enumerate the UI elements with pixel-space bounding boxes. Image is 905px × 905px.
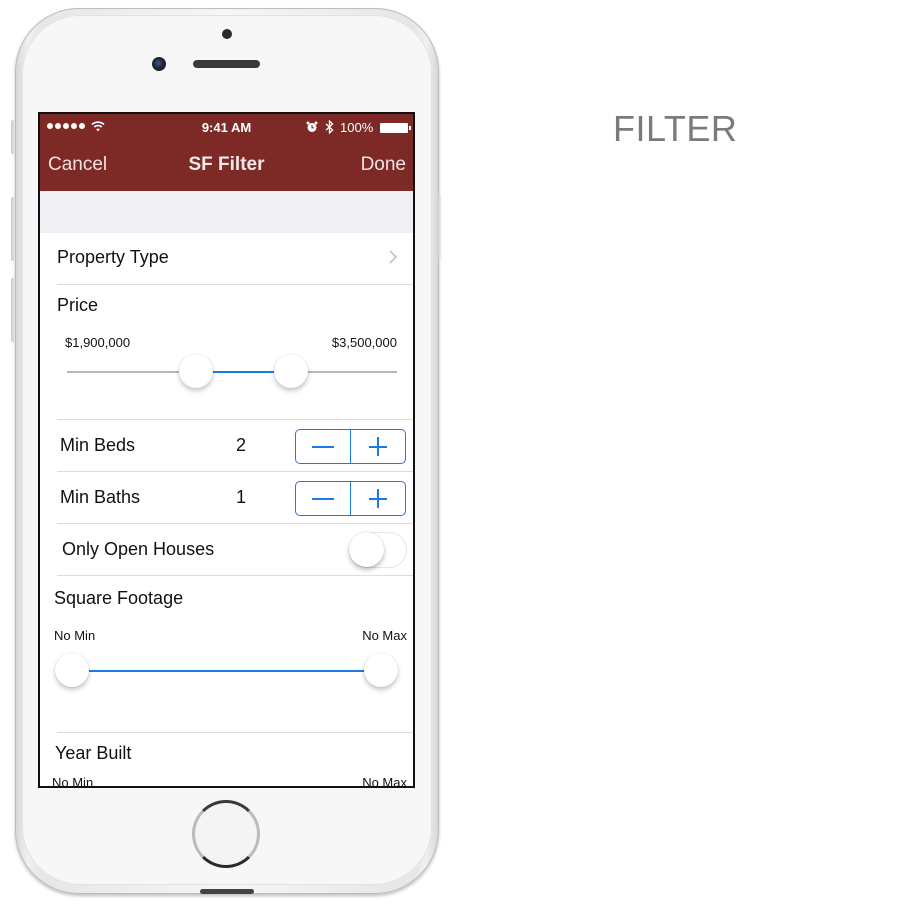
property-type-row[interactable]: Property Type	[40, 233, 413, 284]
done-button[interactable]: Done	[361, 154, 406, 176]
page-caption: FILTER	[613, 108, 738, 149]
min-beds-row: Min Beds 2	[40, 420, 413, 471]
nav-title: SF Filter	[188, 154, 265, 175]
min-baths-value: 1	[236, 487, 247, 507]
open-houses-toggle[interactable]	[349, 532, 407, 568]
min-baths-stepper[interactable]	[295, 481, 406, 516]
minus-icon	[312, 446, 334, 448]
earpiece-speaker	[193, 60, 260, 68]
battery-percent: 100%	[340, 120, 374, 135]
price-range-slider[interactable]	[67, 354, 397, 388]
sqft-max-thumb[interactable]	[364, 653, 398, 687]
price-min-label: $1,900,000	[65, 335, 131, 350]
price-min-thumb[interactable]	[178, 354, 213, 388]
plus-icon-vertical	[377, 489, 379, 508]
battery-tip	[409, 126, 411, 130]
min-baths-row: Min Baths 1	[40, 472, 413, 523]
volume-up-button	[11, 197, 15, 261]
property-type-label: Property Type	[57, 247, 169, 267]
min-baths-increment-button[interactable]	[350, 482, 405, 515]
min-baths-label: Min Baths	[60, 487, 141, 507]
chevron-right-icon	[389, 250, 398, 264]
square-footage-label: Square Footage	[54, 588, 184, 608]
phone-screen: 9:41 AM 100% Cancel SF Filter Done Prope…	[38, 112, 415, 788]
square-footage-row: Square Footage No Min No Max	[40, 576, 413, 732]
filter-list: Property Type Price $1,900,000 $3,500,00…	[40, 191, 413, 786]
price-row: Price $1,900,000 $3,500,000	[40, 285, 413, 419]
section-header	[40, 191, 413, 233]
year-built-max-label: No Max	[362, 775, 407, 788]
min-baths-decrement-button[interactable]	[296, 482, 350, 515]
year-built-row: Year Built No Min No Max	[40, 733, 413, 788]
alarm-icon	[306, 121, 318, 132]
year-built-label: Year Built	[55, 743, 132, 763]
min-beds-stepper[interactable]	[295, 429, 406, 464]
sqft-max-label: No Max	[362, 628, 407, 643]
open-houses-label: Only Open Houses	[62, 539, 215, 559]
battery-icon	[380, 123, 408, 133]
volume-down-button	[11, 278, 15, 342]
home-button[interactable]	[192, 800, 260, 868]
min-beds-decrement-button[interactable]	[296, 430, 350, 463]
mute-switch	[11, 120, 15, 154]
open-houses-row: Only Open Houses	[40, 524, 413, 575]
bluetooth-icon	[325, 120, 334, 134]
price-max-label: $3,500,000	[331, 335, 397, 350]
year-built-min-label: No Min	[52, 775, 94, 788]
navigation-bar: Cancel SF Filter Done	[40, 140, 413, 191]
lightning-port	[200, 889, 254, 894]
sqft-min-thumb[interactable]	[55, 653, 89, 687]
proximity-sensor	[222, 29, 232, 39]
app-header: 9:41 AM 100% Cancel SF Filter Done	[40, 114, 413, 191]
front-camera-icon	[152, 57, 166, 71]
sqft-slider-fill	[72, 670, 381, 672]
min-beds-increment-button[interactable]	[350, 430, 405, 463]
sqft-min-label: No Min	[54, 628, 96, 643]
status-bar: 9:41 AM 100%	[40, 114, 413, 140]
minus-icon	[312, 498, 334, 500]
min-beds-value: 2	[236, 435, 247, 455]
square-footage-range-slider[interactable]	[55, 653, 398, 687]
price-max-thumb[interactable]	[274, 354, 309, 388]
price-label: Price	[57, 295, 99, 315]
plus-icon-vertical	[377, 437, 379, 456]
power-button	[437, 195, 441, 259]
toggle-knob	[349, 532, 384, 567]
min-beds-label: Min Beds	[60, 435, 136, 455]
